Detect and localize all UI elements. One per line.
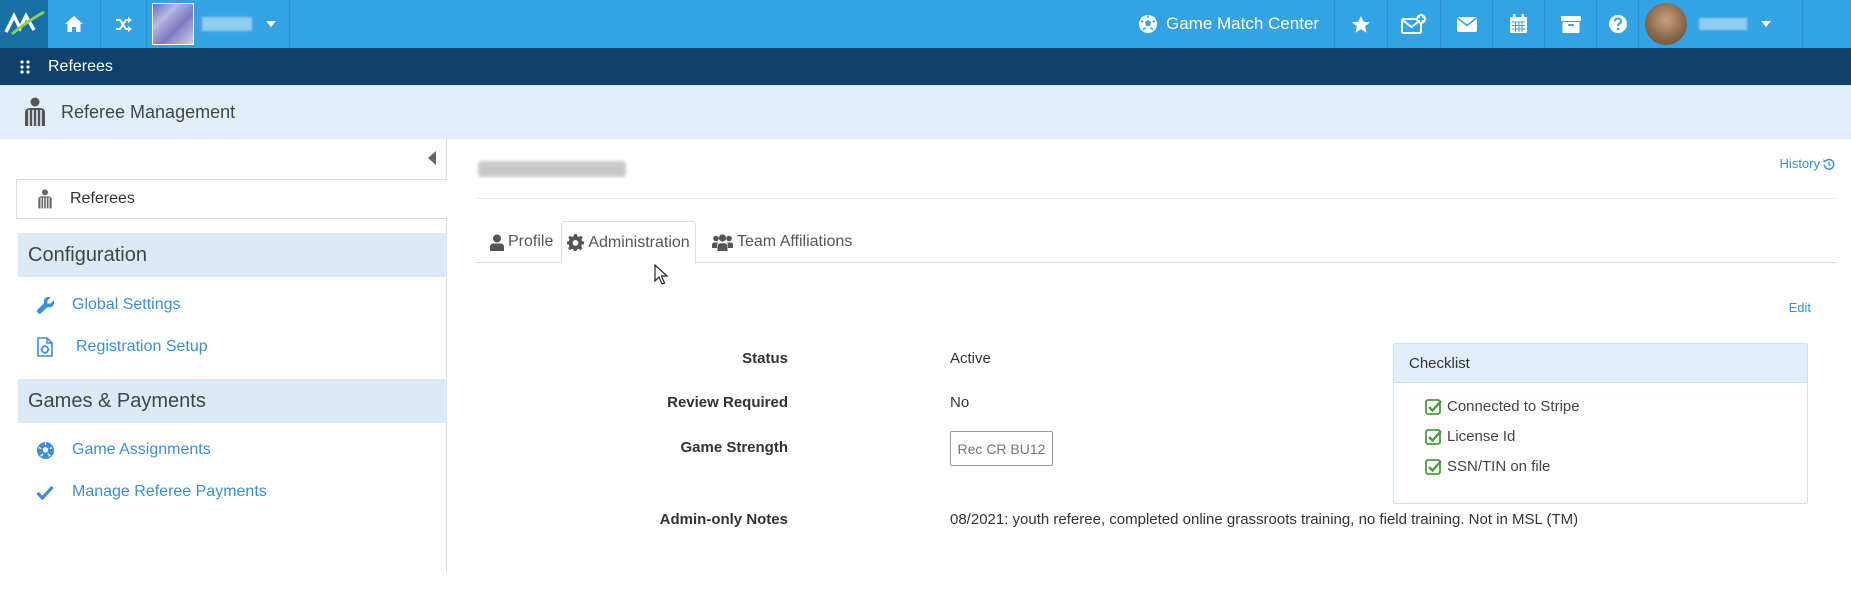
checklist-item: License Id <box>1425 428 1515 445</box>
gear-icon <box>567 234 585 251</box>
sidebar-group-label: Configuration <box>28 243 147 266</box>
sidebar: Referees Configuration Global Settings R… <box>0 139 447 573</box>
top-navbar: Game Match Center <box>0 0 1851 48</box>
calendar-icon <box>1510 14 1527 33</box>
sidebar-group-label: Games & Payments <box>28 389 206 412</box>
app-logo[interactable] <box>0 0 48 48</box>
star-icon <box>1352 15 1370 33</box>
sidebar-item-label: Manage Referee Payments <box>72 483 267 500</box>
tab-profile[interactable]: Profile <box>490 221 553 263</box>
game-match-center-link[interactable]: Game Match Center <box>1126 0 1335 48</box>
caret-down-icon <box>1761 21 1771 27</box>
edit-link[interactable]: Edit <box>1789 300 1811 315</box>
history-icon <box>1823 158 1835 170</box>
sidebar-item-game-assignments[interactable]: Game Assignments <box>18 430 447 470</box>
file-gear-icon <box>37 337 53 357</box>
sidebar-item-registration-setup[interactable]: Registration Setup <box>18 327 447 367</box>
compose-message-button[interactable] <box>1388 0 1441 48</box>
history-link[interactable]: History <box>1780 156 1835 171</box>
checklist-title: Checklist <box>1394 344 1807 383</box>
envelope-plus-icon <box>1401 14 1426 34</box>
caret-down-icon <box>266 21 276 27</box>
history-label: History <box>1779 156 1820 171</box>
referee-icon <box>38 189 52 209</box>
favorites-button[interactable] <box>1335 0 1388 48</box>
game-strength-label: Game Strength <box>680 439 788 456</box>
collapse-sidebar-icon[interactable] <box>427 151 437 165</box>
sidebar-item-label: Game Assignments <box>72 441 211 458</box>
game-strength-badge: Rec CR BU12 <box>950 431 1053 466</box>
module-label[interactable]: Referees <box>48 58 113 76</box>
home-button[interactable] <box>48 0 101 48</box>
sidebar-item-label: Registration Setup <box>76 338 208 355</box>
users-icon <box>712 233 733 251</box>
grid-dots-icon[interactable] <box>20 59 30 74</box>
tab-team-affiliations[interactable]: Team Affiliations <box>712 221 852 263</box>
tab-label: Team Affiliations <box>737 233 853 250</box>
sidebar-item-manage-referee-payments[interactable]: Manage Referee Payments <box>18 472 447 512</box>
calendar-button[interactable] <box>1493 0 1545 48</box>
sidebar-group-games-payments: Games & Payments <box>18 379 447 423</box>
tab-bar: Profile Administration Team Affiliations <box>476 221 1837 264</box>
tab-administration[interactable]: Administration <box>561 221 696 264</box>
page-title: Referee Management <box>61 101 236 122</box>
review-required-value: No <box>950 394 970 411</box>
referee-name <box>478 161 626 177</box>
checklist-item-label: License Id <box>1447 428 1516 445</box>
envelope-icon <box>1456 16 1477 32</box>
soccer-ball-icon <box>1139 15 1157 33</box>
review-required-label: Review Required <box>667 394 788 411</box>
checklist-item: SSN/TIN on file <box>1425 458 1550 475</box>
game-match-center-label: Game Match Center <box>1166 14 1320 33</box>
question-icon <box>1608 15 1627 33</box>
organization-logo <box>152 3 194 45</box>
status-value: Active <box>950 350 991 367</box>
organization-switcher[interactable] <box>148 0 290 48</box>
game-strength-value: Rec CR BU12 <box>957 440 1046 457</box>
avatar <box>1645 3 1687 45</box>
mouse-cursor-icon <box>654 264 668 285</box>
check-icon <box>36 485 54 500</box>
sidebar-item-global-settings[interactable]: Global Settings <box>18 285 447 325</box>
wrench-icon <box>36 296 54 314</box>
organization-name <box>202 17 252 31</box>
checked-box-icon <box>1425 429 1442 445</box>
help-button[interactable] <box>1597 0 1639 48</box>
sidebar-item-referees[interactable]: Referees <box>16 179 447 219</box>
messages-button[interactable] <box>1441 0 1493 48</box>
user-icon <box>490 234 504 251</box>
checked-box-icon <box>1425 459 1442 475</box>
checklist-item: Connected to Stripe <box>1425 398 1580 415</box>
sidebar-group-configuration: Configuration <box>18 233 447 277</box>
section-header: Referee Management <box>0 85 1851 139</box>
sidebar-item-label: Global Settings <box>72 296 181 313</box>
user-name <box>1699 18 1747 30</box>
sidebar-item-label: Referees <box>70 190 135 207</box>
module-bar: Referees <box>0 48 1851 85</box>
referee-icon <box>25 97 45 126</box>
tab-label: Administration <box>588 233 690 251</box>
main-content: History Profile Administration Team Affi… <box>448 139 1851 573</box>
checklist-item-label: SSN/TIN on file <box>1447 458 1551 475</box>
switch-button[interactable] <box>101 0 147 48</box>
checklist-item-label: Connected to Stripe <box>1447 398 1580 415</box>
shuffle-icon <box>116 16 132 32</box>
logo-icon <box>4 10 45 36</box>
status-label: Status <box>742 350 788 367</box>
tab-label: Profile <box>508 233 554 250</box>
soccer-ball-icon <box>36 441 54 459</box>
home-icon <box>65 16 83 32</box>
checked-box-icon <box>1425 399 1442 415</box>
archive-icon <box>1560 16 1581 33</box>
divider <box>476 198 1837 199</box>
checklist-panel: Checklist Connected to Stripe License Id… <box>1393 343 1808 504</box>
archive-button[interactable] <box>1545 0 1597 48</box>
user-menu[interactable] <box>1639 0 1803 48</box>
admin-notes-value: 08/2021: youth referee, completed online… <box>950 511 1579 528</box>
admin-notes-label: Admin-only Notes <box>659 511 788 528</box>
